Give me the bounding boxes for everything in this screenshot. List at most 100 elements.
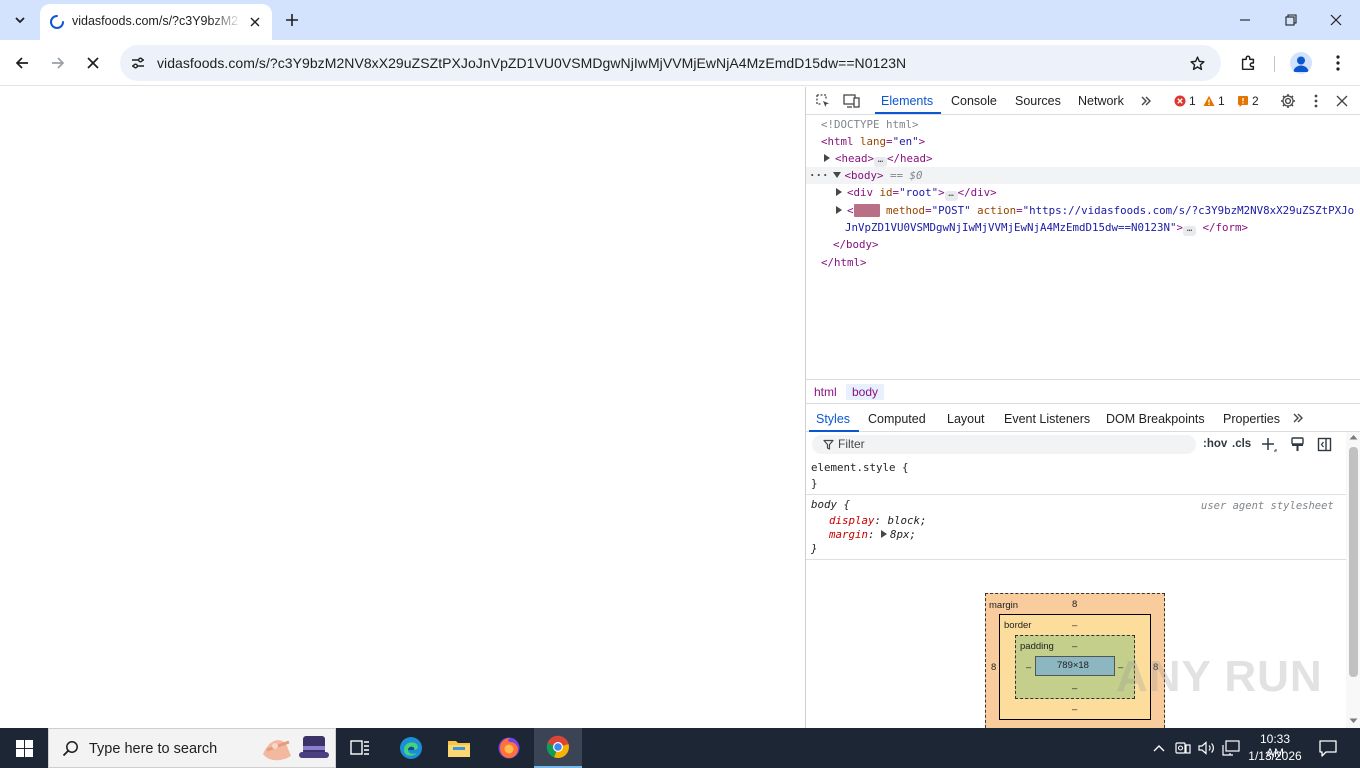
person-icon (1293, 56, 1309, 72)
new-style-rule-button[interactable] (1261, 437, 1277, 458)
dom-node-doctype[interactable]: <!DOCTYPE html> (821, 116, 919, 133)
margin-top-value[interactable]: 8 (1072, 599, 1077, 610)
error-count-badge[interactable]: 1 (1174, 94, 1196, 108)
scroll-up-icon[interactable] (1349, 434, 1358, 440)
box-model-content[interactable]: 789×18 (1035, 656, 1115, 676)
clock-date[interactable]: 1/13/2026 (1246, 749, 1304, 763)
dom-node-form[interactable]: <form method="POST" action="https://vida… (836, 202, 1354, 219)
search-placeholder: Type here to search (89, 741, 218, 757)
chrome-menu-button[interactable] (1325, 50, 1351, 76)
issues-count-badge[interactable]: 2 (1237, 94, 1259, 108)
tab-elements[interactable]: Elements (881, 94, 933, 108)
collapse-triangle-icon[interactable] (832, 172, 841, 178)
padding-top-value[interactable]: – (1072, 641, 1077, 652)
profile-avatar[interactable] (1290, 52, 1312, 74)
more-tabs-button[interactable] (1136, 91, 1156, 111)
devtools-menu-button[interactable] (1306, 91, 1326, 111)
tab-sources[interactable]: Sources (1015, 94, 1061, 108)
border-top-value[interactable]: – (1072, 620, 1077, 631)
tab-styles[interactable]: Styles (816, 412, 850, 426)
margin-left-value[interactable]: 8 (991, 662, 996, 673)
warning-count-badge[interactable]: 1 (1203, 94, 1225, 108)
taskbar-firefox[interactable] (485, 728, 533, 768)
bookmark-button[interactable] (1185, 51, 1209, 75)
notifications-button[interactable] (1318, 738, 1338, 758)
devtools-close-button[interactable] (1332, 91, 1352, 111)
expand-triangle-icon[interactable] (836, 206, 842, 214)
ellipsis-icon[interactable]: … (944, 190, 958, 201)
tab-layout[interactable]: Layout (947, 412, 985, 426)
hover-state-button[interactable]: :hov (1203, 438, 1227, 450)
scrollbar-thumb[interactable] (1349, 447, 1358, 677)
volume-button[interactable] (1197, 738, 1217, 758)
firefox-icon (498, 737, 520, 759)
ellipsis-icon[interactable]: … (1183, 225, 1197, 236)
row-menu-icon[interactable]: ··· (809, 169, 829, 182)
taskbar-chrome[interactable] (534, 728, 582, 768)
dom-node-html-close[interactable]: </html> (821, 254, 867, 271)
tab-dom-breakpoints[interactable]: DOM Breakpoints (1106, 412, 1205, 426)
rendering-emulation-button[interactable] (1290, 437, 1305, 457)
breadcrumb-html[interactable]: html (808, 384, 843, 400)
scroll-down-icon[interactable] (1349, 718, 1358, 724)
tab-network[interactable]: Network (1078, 94, 1124, 108)
show-hidden-icons-button[interactable] (1149, 738, 1169, 758)
tab-title-fade (210, 10, 242, 34)
attr-value: "https://vidasfoods.com/s/?c3Y9bzM2NV8xX… (1022, 204, 1355, 217)
tab-close-button[interactable] (246, 13, 264, 31)
start-button[interactable] (0, 728, 48, 768)
dom-node-form-cont[interactable]: JnVpZD1VU0VSMDgwNjIwMjVVMjEwNjA4MzEmdD15… (845, 219, 1248, 236)
forward-button[interactable] (45, 50, 71, 76)
site-info-button[interactable] (126, 51, 150, 75)
rule-separator (806, 559, 1346, 560)
network-button[interactable] (1221, 738, 1241, 758)
class-toggle-button[interactable]: .cls (1232, 438, 1251, 450)
active-tab[interactable]: vidasfoods.com/s/?c3Y9bzM2NV8xX29uZSZtPX… (40, 4, 272, 40)
display-declaration[interactable]: display: block; (829, 514, 927, 527)
tray-device-button[interactable] (1173, 738, 1193, 758)
back-button[interactable] (9, 50, 35, 76)
more-subtabs-button[interactable] (1288, 408, 1308, 428)
task-view-button[interactable] (336, 728, 384, 768)
padding-bottom-value[interactable]: – (1072, 683, 1077, 694)
tab-properties[interactable]: Properties (1223, 412, 1280, 426)
url-text[interactable]: vidasfoods.com/s/?c3Y9bzM2NV8xX29uZSZtPX… (157, 55, 906, 71)
expand-triangle-icon[interactable] (881, 530, 888, 538)
dom-node-head[interactable]: <head>… </head> (824, 150, 933, 167)
div-tag: <div (847, 186, 874, 199)
dom-node-body-close[interactable]: </body> (833, 236, 879, 253)
taskbar-file-explorer[interactable] (435, 728, 483, 768)
devtools-settings-button[interactable] (1278, 91, 1298, 111)
filter-input[interactable]: Filter (812, 435, 1196, 454)
address-bar[interactable]: vidasfoods.com/s/?c3Y9bzM2NV8xX29uZSZtPX… (120, 45, 1221, 81)
stop-loading-button[interactable] (80, 50, 106, 76)
toggle-sidebar-button[interactable] (1317, 437, 1332, 457)
ellipsis-icon[interactable]: … (874, 156, 888, 167)
minimize-button[interactable] (1233, 8, 1257, 32)
anyrun-watermark: ANY RUN (1116, 652, 1323, 701)
element-style-selector[interactable]: element.style { (811, 461, 909, 474)
taskbar-search-box[interactable]: Type here to search (48, 728, 336, 768)
device-toolbar-button[interactable] (841, 91, 861, 111)
tab-search-button[interactable] (8, 8, 32, 32)
padding-left-value[interactable]: – (1026, 662, 1031, 673)
breadcrumb-body[interactable]: body (846, 384, 885, 400)
tab-event-listeners[interactable]: Event Listeners (1004, 412, 1090, 426)
border-bottom-value[interactable]: – (1072, 704, 1077, 715)
extensions-button[interactable] (1235, 50, 1261, 76)
restore-button[interactable] (1279, 8, 1303, 32)
tab-computed[interactable]: Computed (868, 412, 926, 426)
close-window-button[interactable] (1324, 8, 1348, 32)
body-selector[interactable]: body { (811, 498, 850, 511)
dom-node-html[interactable]: <html lang="en"> (821, 133, 925, 150)
dom-node-body[interactable]: ··· <body> == $0 (809, 167, 923, 184)
inspect-element-button[interactable] (813, 91, 833, 111)
expand-triangle-icon[interactable] (836, 188, 842, 196)
new-tab-button[interactable] (282, 10, 302, 30)
tab-console[interactable]: Console (951, 94, 997, 108)
margin-declaration[interactable]: margin: 8px; (829, 528, 916, 541)
expand-triangle-icon[interactable] (824, 154, 830, 162)
taskbar-edge[interactable] (387, 728, 435, 768)
dom-node-div-root[interactable]: <div id="root">… </div> (836, 184, 997, 201)
content-size[interactable]: 789×18 (1057, 660, 1089, 671)
